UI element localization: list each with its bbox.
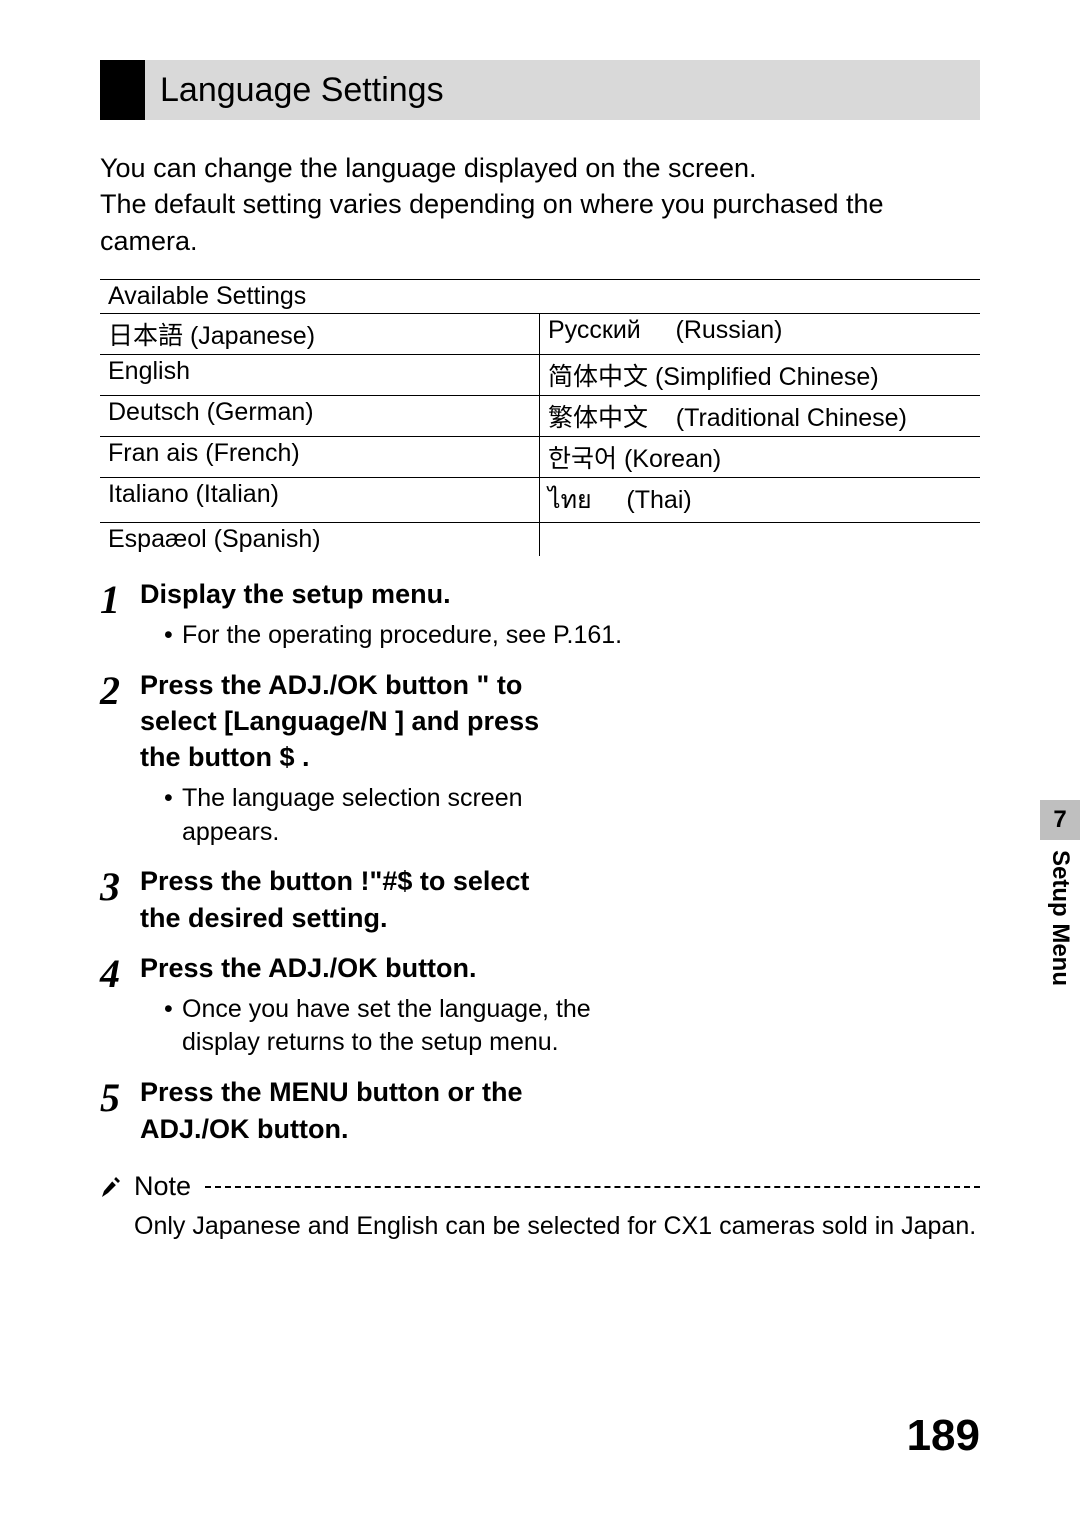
step-bullet: Once you have set the language, the disp… xyxy=(164,993,594,1061)
step: 1Display the setup menu. For the operatin… xyxy=(100,576,980,652)
available-settings-table: Available Settings 日本語 (Japanese)Русский… xyxy=(100,279,980,556)
step-body: Press the button !"#$ to select the desi… xyxy=(140,863,980,936)
step-body: Display the setup menu. For the operating… xyxy=(140,576,980,652)
table-row: 日本語 (Japanese)Русский (Russian) xyxy=(100,314,980,355)
table-row: Fran ais (French)한국어 (Korean) xyxy=(100,437,980,478)
step-title: Press the ADJ./OK button " to select [La… xyxy=(140,667,570,776)
step: 5Press the MENU button or the ADJ./OK bu… xyxy=(100,1074,980,1147)
step-title: Press the MENU button or the ADJ./OK but… xyxy=(140,1074,570,1147)
table-cell: ไทย (Thai) xyxy=(540,478,980,522)
step-bullet: For the operating procedure, see P.161. xyxy=(164,619,980,653)
chapter-title: Setup Menu xyxy=(1046,850,1074,986)
step-title: Press the button !"#$ to select the desi… xyxy=(140,863,570,936)
step-title: Display the setup menu. xyxy=(140,576,980,612)
table-cell: 简体中文 (Simplified Chinese) xyxy=(540,355,980,395)
note-label: Note xyxy=(134,1171,191,1202)
page-number: 189 xyxy=(907,1411,980,1461)
note-text: Only Japanese and English can be selecte… xyxy=(134,1210,980,1244)
chapter-number-box: 7 xyxy=(1040,800,1080,840)
step-number: 5 xyxy=(100,1078,140,1147)
note-section: Note Only Japanese and English can be se… xyxy=(100,1171,980,1244)
step-number: 4 xyxy=(100,954,140,1060)
section-title: Language Settings xyxy=(160,71,444,110)
table-row: Deutsch (German)繁体中文 (Traditional Chines… xyxy=(100,396,980,437)
table-cell: 日本語 (Japanese) xyxy=(100,314,540,354)
step-bullets: For the operating procedure, see P.161. xyxy=(164,619,980,653)
table-cell: Italiano (Italian) xyxy=(100,478,540,522)
table-row: English简体中文 (Simplified Chinese) xyxy=(100,355,980,396)
table-row: Italiano (Italian)ไทย (Thai) xyxy=(100,478,980,523)
intro-text: You can change the language displayed on… xyxy=(100,150,980,259)
step: 3Press the button !"#$ to select the des… xyxy=(100,863,980,936)
step-bullets: Once you have set the language, the disp… xyxy=(164,993,594,1061)
table-cell: Fran ais (French) xyxy=(100,437,540,477)
step-body: Press the ADJ./OK button " to select [La… xyxy=(140,667,980,850)
note-icon xyxy=(100,1175,124,1199)
table-header: Available Settings xyxy=(100,279,980,314)
table-cell: 繁体中文 (Traditional Chinese) xyxy=(540,396,980,436)
table-cell: 한국어 (Korean) xyxy=(540,437,980,477)
step-number: 2 xyxy=(100,671,140,850)
step-title: Press the ADJ./OK button. xyxy=(140,950,570,986)
step-body: Press the MENU button or the ADJ./OK but… xyxy=(140,1074,980,1147)
note-dash-line xyxy=(205,1186,980,1188)
step: 2Press the ADJ./OK button " to select [L… xyxy=(100,667,980,850)
note-header: Note xyxy=(100,1171,980,1202)
step-number: 3 xyxy=(100,867,140,936)
title-block-icon xyxy=(100,60,145,120)
table-cell: Espaæol (Spanish) xyxy=(100,523,540,556)
table-cell: Deutsch (German) xyxy=(100,396,540,436)
table-row: Espaæol (Spanish) xyxy=(100,523,980,556)
step: 4Press the ADJ./OK button. Once you have … xyxy=(100,950,980,1060)
table-cell: Русский (Russian) xyxy=(540,314,980,354)
step-number: 1 xyxy=(100,580,140,652)
steps-list: 1Display the setup menu. For the operatin… xyxy=(100,576,980,1147)
table-cell xyxy=(540,523,980,556)
page: Language Settings You can change the lan… xyxy=(0,0,1080,1521)
step-bullets: The language selection screen appears. xyxy=(164,782,594,850)
step-body: Press the ADJ./OK button. Once you have s… xyxy=(140,950,980,1060)
table-cell: English xyxy=(100,355,540,395)
side-tab: 7 Setup Menu xyxy=(1040,800,1080,986)
section-title-bar: Language Settings xyxy=(100,60,980,120)
step-bullet: The language selection screen appears. xyxy=(164,782,594,850)
